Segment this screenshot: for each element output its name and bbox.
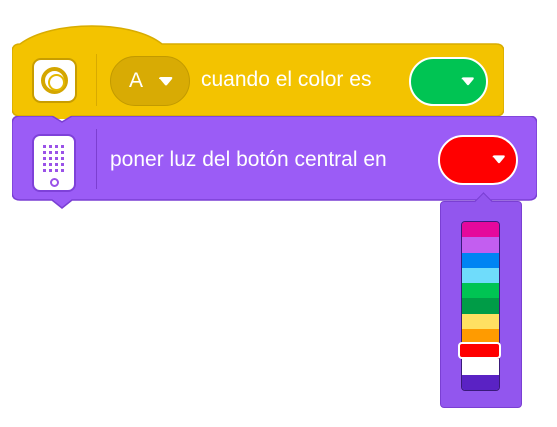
color-swatch-off[interactable] — [462, 374, 499, 390]
color-sensor-icon — [32, 58, 77, 103]
selected-swatch-outline — [458, 342, 501, 360]
color-swatch-green[interactable] — [462, 283, 499, 299]
block-divider — [96, 129, 97, 189]
color-swatch-violet[interactable] — [462, 237, 499, 253]
chevron-down-icon — [159, 77, 173, 86]
color-swatch-white[interactable] — [462, 359, 499, 375]
color-palette-dropdown — [440, 192, 522, 408]
color-swatch-blue[interactable] — [462, 252, 499, 268]
action-label: poner luz del botón central en — [110, 148, 387, 171]
event-label: cuando el color es — [201, 68, 372, 91]
event-color-dropdown[interactable] — [409, 57, 488, 106]
hub-matrix-icon — [32, 134, 76, 192]
color-swatch-dark-green[interactable] — [462, 298, 499, 314]
action-color-dropdown[interactable] — [438, 135, 518, 185]
port-label: A — [129, 69, 144, 92]
color-swatch-yellow[interactable] — [462, 313, 499, 329]
color-swatch-azure[interactable] — [462, 267, 499, 284]
block-divider — [96, 54, 97, 106]
chevron-down-icon — [492, 155, 505, 164]
color-swatch-magenta[interactable] — [462, 222, 499, 238]
port-dropdown[interactable]: A — [110, 56, 190, 106]
color-swatch-list — [461, 221, 500, 391]
chevron-down-icon — [461, 77, 474, 86]
